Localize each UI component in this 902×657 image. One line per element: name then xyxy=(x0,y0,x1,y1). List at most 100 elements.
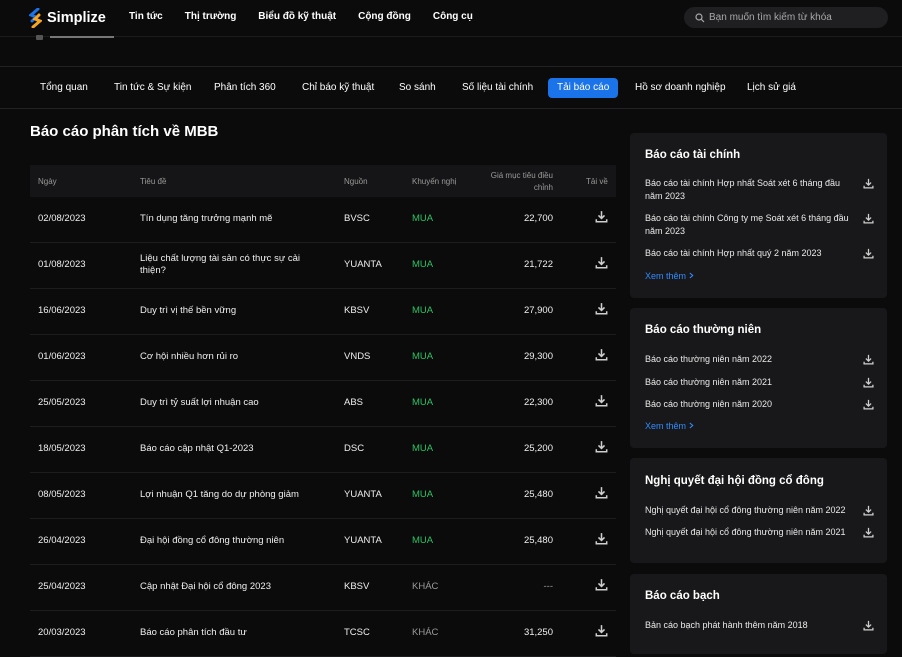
panel-title: Báo cáo thường niên xyxy=(645,324,762,336)
table-body: 02/08/2023 Tín dụng tăng trưởng mạnh mẽ BV… xyxy=(30,197,616,657)
row-title[interactable]: Duy trì tỷ suất lợi nhuận cao xyxy=(140,397,310,409)
header-target-price-line2: chỉnh xyxy=(533,183,553,192)
download-icon[interactable] xyxy=(863,178,874,189)
row-target-price: 21,722 xyxy=(523,259,553,270)
row-title[interactable]: Cơ hội nhiều hơn rủi ro xyxy=(140,351,310,363)
panel-title: Nghị quyết đại hội đồng cổ đông xyxy=(645,475,824,487)
row-source: VNDS xyxy=(344,351,371,362)
table-row[interactable]: 01/06/2023 Cơ hội nhiều hơn rủi ro VNDS MUA… xyxy=(30,335,616,381)
tab-analysis-360[interactable]: Phân tích 360 xyxy=(205,78,285,98)
table-row[interactable]: 26/04/2023 Đại hội đồng cổ đông thường ni… xyxy=(30,519,616,565)
table-row[interactable]: 25/05/2023 Duy trì tỷ suất lợi nhuận cao A… xyxy=(30,381,616,427)
search-icon xyxy=(695,12,705,22)
table-row[interactable]: 16/06/2023 Duy trì vị thế bền vững KBSV MUA… xyxy=(30,289,616,335)
row-title[interactable]: Liệu chất lượng tài sản có thực sự cải t… xyxy=(140,253,310,277)
row-target-price: 25,480 xyxy=(523,489,553,500)
header-date: Ngày xyxy=(38,177,57,186)
view-more-link[interactable]: Xem thêm xyxy=(645,271,694,281)
view-more-label: Xem thêm xyxy=(645,271,687,281)
header-title: Tiêu đề xyxy=(140,177,167,186)
table-row[interactable]: 25/04/2023 Cập nhật Đại hội cổ đông 2023 K… xyxy=(30,565,616,611)
row-title[interactable]: Đại hội đồng cổ đông thường niên xyxy=(140,535,310,547)
tab-price-history[interactable]: Lịch sử giá xyxy=(738,78,805,98)
tab-compare[interactable]: So sánh xyxy=(390,78,445,98)
tab-financials[interactable]: Số liệu tài chính xyxy=(453,78,542,98)
header-recommendation: Khuyến nghị xyxy=(412,177,457,186)
tab-technical[interactable]: Chỉ báo kỹ thuật xyxy=(293,78,383,98)
download-icon[interactable] xyxy=(595,302,608,315)
nav-news[interactable]: Tin tức xyxy=(129,11,163,22)
download-icon[interactable] xyxy=(863,377,874,388)
row-title[interactable]: Báo cáo phân tích đầu tư xyxy=(140,627,310,639)
row-title[interactable]: Tín dụng tăng trưởng mạnh mẽ xyxy=(140,213,310,225)
download-icon[interactable] xyxy=(595,440,608,453)
download-icon[interactable] xyxy=(595,256,608,269)
row-title[interactable]: Cập nhật Đại hội cổ đông 2023 xyxy=(140,581,310,593)
table-row[interactable]: 20/03/2023 Báo cáo phân tích đầu tư TCSC KH… xyxy=(30,611,616,657)
nav-market[interactable]: Thị trường xyxy=(185,11,237,22)
row-title[interactable]: Báo cáo cập nhật Q1-2023 xyxy=(140,443,310,455)
download-icon[interactable] xyxy=(863,620,874,631)
row-date: 26/04/2023 xyxy=(38,535,86,546)
download-icon[interactable] xyxy=(595,210,608,223)
row-recommendation: MUA xyxy=(412,397,434,408)
tab-company-profile[interactable]: Hồ sơ doanh nghiệp xyxy=(626,78,735,98)
row-target-price: 29,300 xyxy=(523,351,553,362)
table-row[interactable]: 18/05/2023 Báo cáo cập nhật Q1-2023 DSC MUA… xyxy=(30,427,616,473)
main-nav: Tin tức Thị trường Biểu đồ kỹ thuật Cộng… xyxy=(129,11,495,22)
panel-document-link[interactable]: Báo cáo thường niên năm 2021 xyxy=(645,376,857,389)
panel-document-link[interactable]: Báo cáo tài chính Công ty mẹ Soát xét 6 … xyxy=(645,212,857,238)
panel-document-link[interactable]: Nghị quyết đại hội cổ đông thường niên n… xyxy=(645,526,857,539)
report-panel: Báo cáo bạch Bản cáo bạch phát hành thêm … xyxy=(630,574,887,654)
row-target-price: 22,700 xyxy=(523,213,553,224)
row-date: 18/05/2023 xyxy=(38,443,86,454)
row-source: YUANTA xyxy=(344,535,382,546)
nav-charts[interactable]: Biểu đồ kỹ thuật xyxy=(258,11,336,22)
panel-document-link[interactable]: Báo cáo thường niên năm 2020 xyxy=(645,398,857,411)
download-icon[interactable] xyxy=(595,348,608,361)
brand-logo[interactable]: Simplize xyxy=(29,8,106,28)
row-source: DSC xyxy=(344,443,365,454)
report-panel: Báo cáo thường niên Báo cáo thường niên n… xyxy=(630,308,887,448)
download-icon[interactable] xyxy=(863,505,874,516)
table-row[interactable]: 08/05/2023 Lợi nhuận Q1 tăng do dự phòng … xyxy=(30,473,616,519)
download-icon[interactable] xyxy=(863,354,874,365)
nav-community[interactable]: Cộng đồng xyxy=(358,11,411,22)
table-header: Ngày Tiêu đề Nguồn Khuyến nghị Giá mục t… xyxy=(30,165,616,197)
table-row[interactable]: 02/08/2023 Tín dụng tăng trưởng mạnh mẽ BV… xyxy=(30,197,616,243)
panel-document-link[interactable]: Bản cáo bạch phát hành thêm năm 2018 xyxy=(645,619,857,632)
header-download: Tải về xyxy=(586,177,608,186)
search-input[interactable] xyxy=(709,12,879,23)
row-date: 01/06/2023 xyxy=(38,351,86,362)
download-icon[interactable] xyxy=(863,399,874,410)
download-icon[interactable] xyxy=(595,532,608,545)
table-row[interactable]: 01/08/2023 Liệu chất lượng tài sản có thự… xyxy=(30,243,616,289)
view-more-link[interactable]: Xem thêm xyxy=(645,421,694,431)
download-icon[interactable] xyxy=(595,578,608,591)
brand-name: Simplize xyxy=(47,10,106,26)
row-recommendation: MUA xyxy=(412,535,434,546)
panel-document-link[interactable]: Báo cáo tài chính Hợp nhất quý 2 năm 202… xyxy=(645,247,857,260)
download-icon[interactable] xyxy=(863,213,874,224)
row-title[interactable]: Duy trì vị thế bền vững xyxy=(140,305,310,317)
analysis-reports-table: Ngày Tiêu đề Nguồn Khuyến nghị Giá mục t… xyxy=(30,165,616,657)
download-icon[interactable] xyxy=(863,527,874,538)
report-panel: Báo cáo tài chính Báo cáo tài chính Hợp n… xyxy=(630,133,887,298)
tab-download-reports[interactable]: Tải báo cáo xyxy=(548,78,619,98)
nav-tools[interactable]: Công cụ xyxy=(433,11,473,22)
tab-overview[interactable]: Tổng quan xyxy=(31,78,97,98)
download-icon[interactable] xyxy=(595,624,608,637)
panel-document-link[interactable]: Nghị quyết đại hội cổ đông thường niên n… xyxy=(645,504,857,517)
panel-document-link[interactable]: Báo cáo thường niên năm 2022 xyxy=(645,353,857,366)
row-recommendation: MUA xyxy=(412,489,434,500)
download-icon[interactable] xyxy=(863,248,874,259)
download-icon[interactable] xyxy=(595,486,608,499)
search-box[interactable] xyxy=(684,7,888,28)
tab-news-events[interactable]: Tin tức & Sự kiện xyxy=(105,78,201,98)
row-date: 25/05/2023 xyxy=(38,397,86,408)
download-icon[interactable] xyxy=(595,394,608,407)
panel-document-link[interactable]: Báo cáo tài chính Hợp nhất Soát xét 6 th… xyxy=(645,177,857,203)
stock-header-strip xyxy=(0,35,902,67)
row-title[interactable]: Lợi nhuận Q1 tăng do dự phòng giảm xyxy=(140,489,310,501)
row-target-price: 31,250 xyxy=(523,627,553,638)
